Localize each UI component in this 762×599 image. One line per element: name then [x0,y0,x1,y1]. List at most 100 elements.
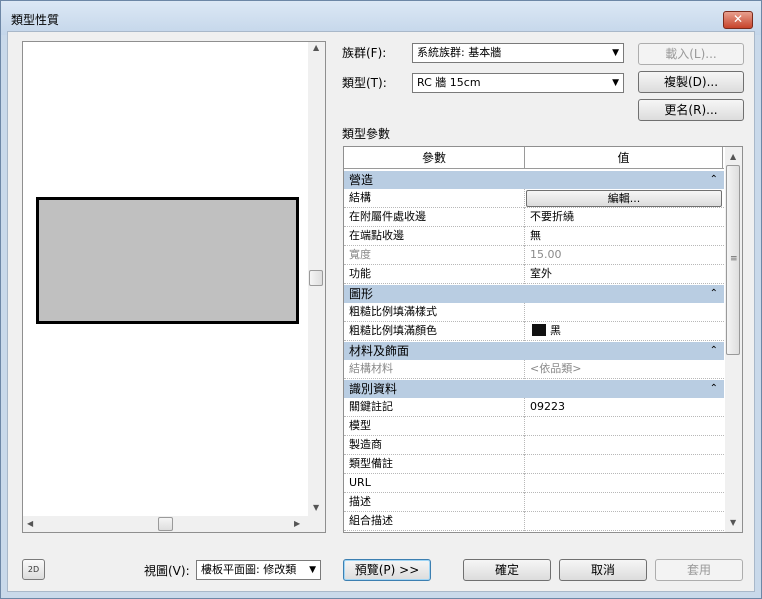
parameter-name: 粗糙比例填滿顏色 [349,324,437,337]
preview-hscroll-thumb[interactable] [158,517,173,531]
column-divider [524,417,525,436]
window-title: 類型性質 [11,13,60,27]
grid-vertical-scrollbar[interactable]: ▲ ≡ ▼ [725,147,742,532]
parameter-row[interactable]: 製造商 [344,436,724,455]
parameter-value[interactable]: 09223 [530,398,565,416]
preview-horizontal-scrollbar[interactable]: ◀ ▶ [23,516,308,532]
parameter-name: 在附屬件處收邊 [349,210,426,223]
view-select[interactable]: 樓板平面圖: 修改類 ▼ [196,560,321,580]
parameter-row[interactable]: 關鍵註記 09223 [344,398,724,417]
parameter-row[interactable]: 結構 編輯... [344,189,724,208]
parameter-row[interactable]: 組合描述 [344,512,724,531]
chevron-down-icon: ▼ [309,565,316,575]
column-divider [524,512,525,531]
scroll-right-icon[interactable]: ▶ [294,520,300,528]
column-divider [524,208,525,227]
collapse-chevron-icon[interactable]: ⌃ [710,342,718,360]
preview-pane[interactable]: ▲ ▼ ◀ ▶ [22,41,326,533]
parameter-name: 模型 [349,419,371,432]
group-header[interactable]: 識別資料 ⌃ [344,379,724,398]
grip-icon: ≡ [730,254,738,264]
grid-vscroll-thumb[interactable]: ≡ [726,165,740,355]
parameter-row[interactable]: 描述 [344,493,724,512]
group-header[interactable]: 營造 ⌃ [344,170,724,189]
column-header-value[interactable]: 值 [525,147,723,169]
grid-body: 營造 ⌃ 結構 編輯... 在附屬件處收邊 不要折繞 在端點收邊 無寬度 15.00 功能 室外 圖形… [344,170,724,531]
apply-button[interactable]: 套用 [655,559,743,581]
parameter-name: 粗糙比例填滿樣式 [349,305,437,318]
parameter-value[interactable]: 無 [530,227,541,245]
parameter-row[interactable]: 在附屬件處收邊 不要折繞 [344,208,724,227]
grid-header: 參數 值 [344,147,724,169]
parameter-value: <依品類> [530,362,582,375]
column-divider [524,246,525,265]
scroll-left-icon[interactable]: ◀ [27,520,33,528]
scroll-down-icon[interactable]: ▼ [313,504,319,512]
column-divider [524,265,525,284]
parameter-value[interactable]: 不要折繞 [530,208,574,226]
column-divider [524,189,525,208]
parameter-row[interactable]: URL [344,474,724,493]
type-value: RC 牆 15cm [417,76,481,89]
parameter-name: 結構 [349,191,371,204]
preview-vertical-scrollbar[interactable]: ▲ ▼ [308,42,325,516]
preview-vscroll-thumb[interactable] [309,270,323,286]
dialog-body: ▲ ▼ ◀ ▶ 族群(F): 系統族群: 基本牆 ▼ 載入(L)... 類型(T… [7,31,755,592]
parameter-row[interactable]: 寬度 15.00 [344,246,724,265]
group-header[interactable]: 圖形 ⌃ [344,284,724,303]
parameter-value: 15.00 [530,248,562,261]
type-select[interactable]: RC 牆 15cm ▼ [412,73,624,93]
view-value: 樓板平面圖: 修改類 [201,563,297,576]
collapse-chevron-icon[interactable]: ⌃ [710,380,718,398]
edit-structure-button[interactable]: 編輯... [526,190,722,207]
family-select[interactable]: 系統族群: 基本牆 ▼ [412,43,624,63]
close-button[interactable]: ✕ [723,11,753,29]
column-divider [524,360,525,379]
column-divider [524,455,525,474]
preview-button[interactable]: 預覽(P) >> [343,559,431,581]
group-name: 材料及飾面 [349,344,410,358]
parameter-name: 關鍵註記 [349,400,393,413]
type-properties-dialog: 類型性質 ✕ ▲ ▼ ◀ ▶ 族群(F): 系統族群: 基本牆 ▼ 載入(L).… [0,0,762,599]
scroll-up-icon[interactable]: ▲ [730,153,736,161]
column-divider [524,398,525,417]
parameter-name: 類型備註 [349,457,393,470]
view-2d-icon[interactable]: 2D [22,559,45,580]
parameter-row[interactable]: 粗糙比例填滿顏色 黑 [344,322,724,341]
color-swatch-icon [532,324,546,336]
title-bar[interactable]: 類型性質 ✕ [1,1,761,35]
parameter-name: 描述 [349,495,371,508]
collapse-chevron-icon[interactable]: ⌃ [710,171,718,189]
ok-button[interactable]: 確定 [463,559,551,581]
wall-preview-shape [36,197,299,324]
group-header[interactable]: 材料及飾面 ⌃ [344,341,724,360]
parameter-value[interactable]: 室外 [530,265,552,283]
scroll-down-icon[interactable]: ▼ [730,519,736,527]
scroll-up-icon[interactable]: ▲ [313,44,319,52]
column-divider [524,322,525,341]
parameter-row[interactable]: 在端點收邊 無 [344,227,724,246]
parameter-name: 寬度 [349,248,371,261]
cancel-button[interactable]: 取消 [559,559,647,581]
parameter-name: 製造商 [349,438,382,451]
parameter-name: 在端點收邊 [349,229,404,242]
chevron-down-icon: ▼ [612,78,619,88]
parameter-row[interactable]: 模型 [344,417,724,436]
parameter-row[interactable]: 結構材料 <依品類> [344,360,724,379]
column-divider [524,474,525,493]
rename-button[interactable]: 更名(R)... [638,99,744,121]
type-label: 類型(T): [342,76,387,90]
parameter-row[interactable]: 粗糙比例填滿樣式 [344,303,724,322]
column-divider [524,303,525,322]
column-header-parameter[interactable]: 參數 [344,147,525,169]
duplicate-button[interactable]: 複製(D)... [638,71,744,93]
load-button[interactable]: 載入(L)... [638,43,744,65]
collapse-chevron-icon[interactable]: ⌃ [710,285,718,303]
parameter-row[interactable]: 類型備註 [344,455,724,474]
group-name: 圖形 [349,287,374,301]
group-name: 營造 [349,173,374,187]
type-parameters-grid: 參數 值 營造 ⌃ 結構 編輯... 在附屬件處收邊 不要折繞在端點收邊 無寬度 15.00 功… [343,146,743,533]
parameter-row[interactable]: 功能 室外 [344,265,724,284]
parameter-value[interactable]: 黑 [530,322,561,340]
parameter-name: 功能 [349,267,371,280]
